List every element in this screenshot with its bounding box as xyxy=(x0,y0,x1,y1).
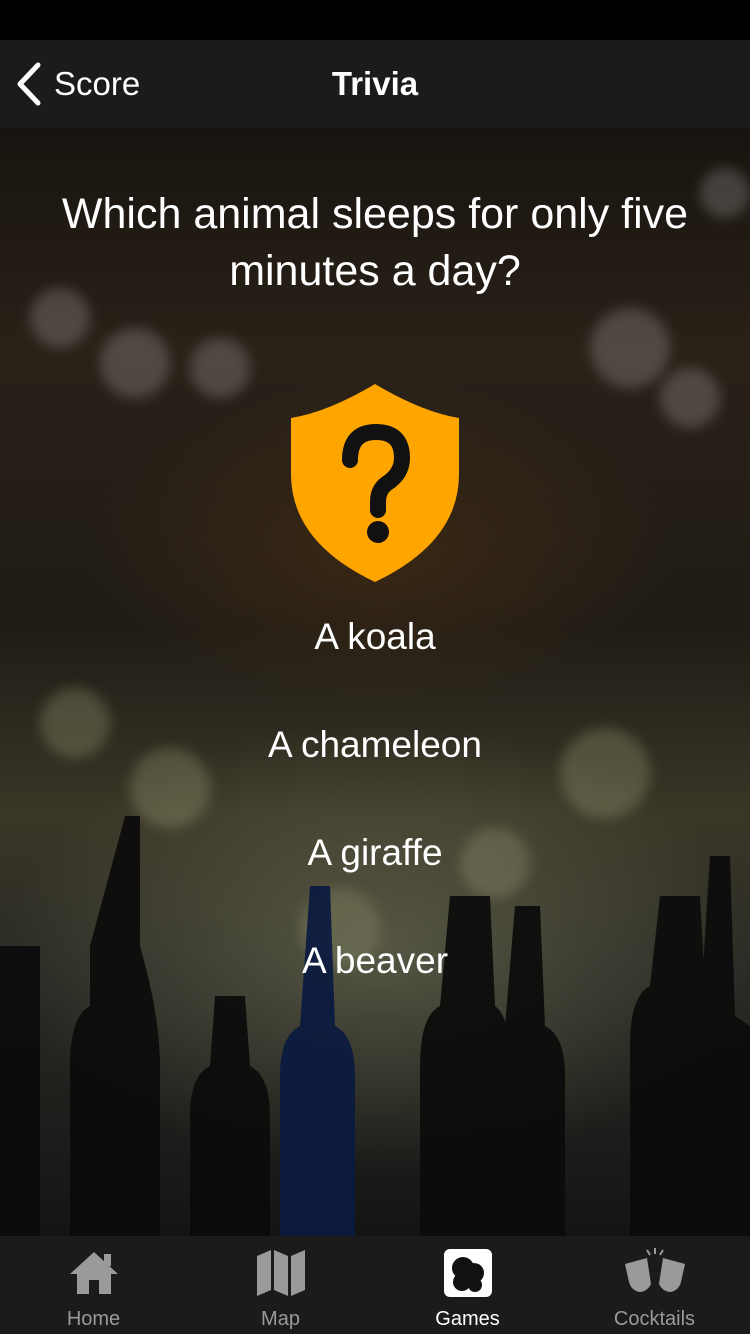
tab-cocktails[interactable]: Cocktails xyxy=(561,1236,748,1334)
question-text: Which animal sleeps for only five minute… xyxy=(61,190,689,295)
games-icon xyxy=(443,1249,492,1297)
cocktails-icon xyxy=(624,1248,685,1292)
question-shield-icon xyxy=(291,384,459,582)
tab-map-label: Map xyxy=(261,1308,300,1330)
page-title: Trivia xyxy=(331,65,419,102)
tab-home[interactable]: Home xyxy=(0,1236,187,1334)
status-bar xyxy=(0,0,750,40)
answer-option-4[interactable]: A beaver xyxy=(150,926,600,996)
home-icon xyxy=(69,1252,118,1294)
tab-bar: Home Map Games Cocktails xyxy=(0,1236,750,1334)
answer-option-3[interactable]: A giraffe xyxy=(150,818,600,888)
answer-option-2[interactable]: A chameleon xyxy=(150,710,600,780)
answer-option-1[interactable]: A koala xyxy=(150,602,600,672)
tab-map[interactable]: Map xyxy=(187,1236,374,1334)
navigation-bar: Score Trivia xyxy=(0,40,750,128)
tab-games-label: Games xyxy=(435,1308,500,1330)
tab-home-label: Home xyxy=(66,1308,121,1330)
map-icon xyxy=(256,1250,305,1296)
tab-games[interactable]: Games xyxy=(374,1236,561,1334)
tab-cocktails-label: Cocktails xyxy=(613,1308,696,1330)
